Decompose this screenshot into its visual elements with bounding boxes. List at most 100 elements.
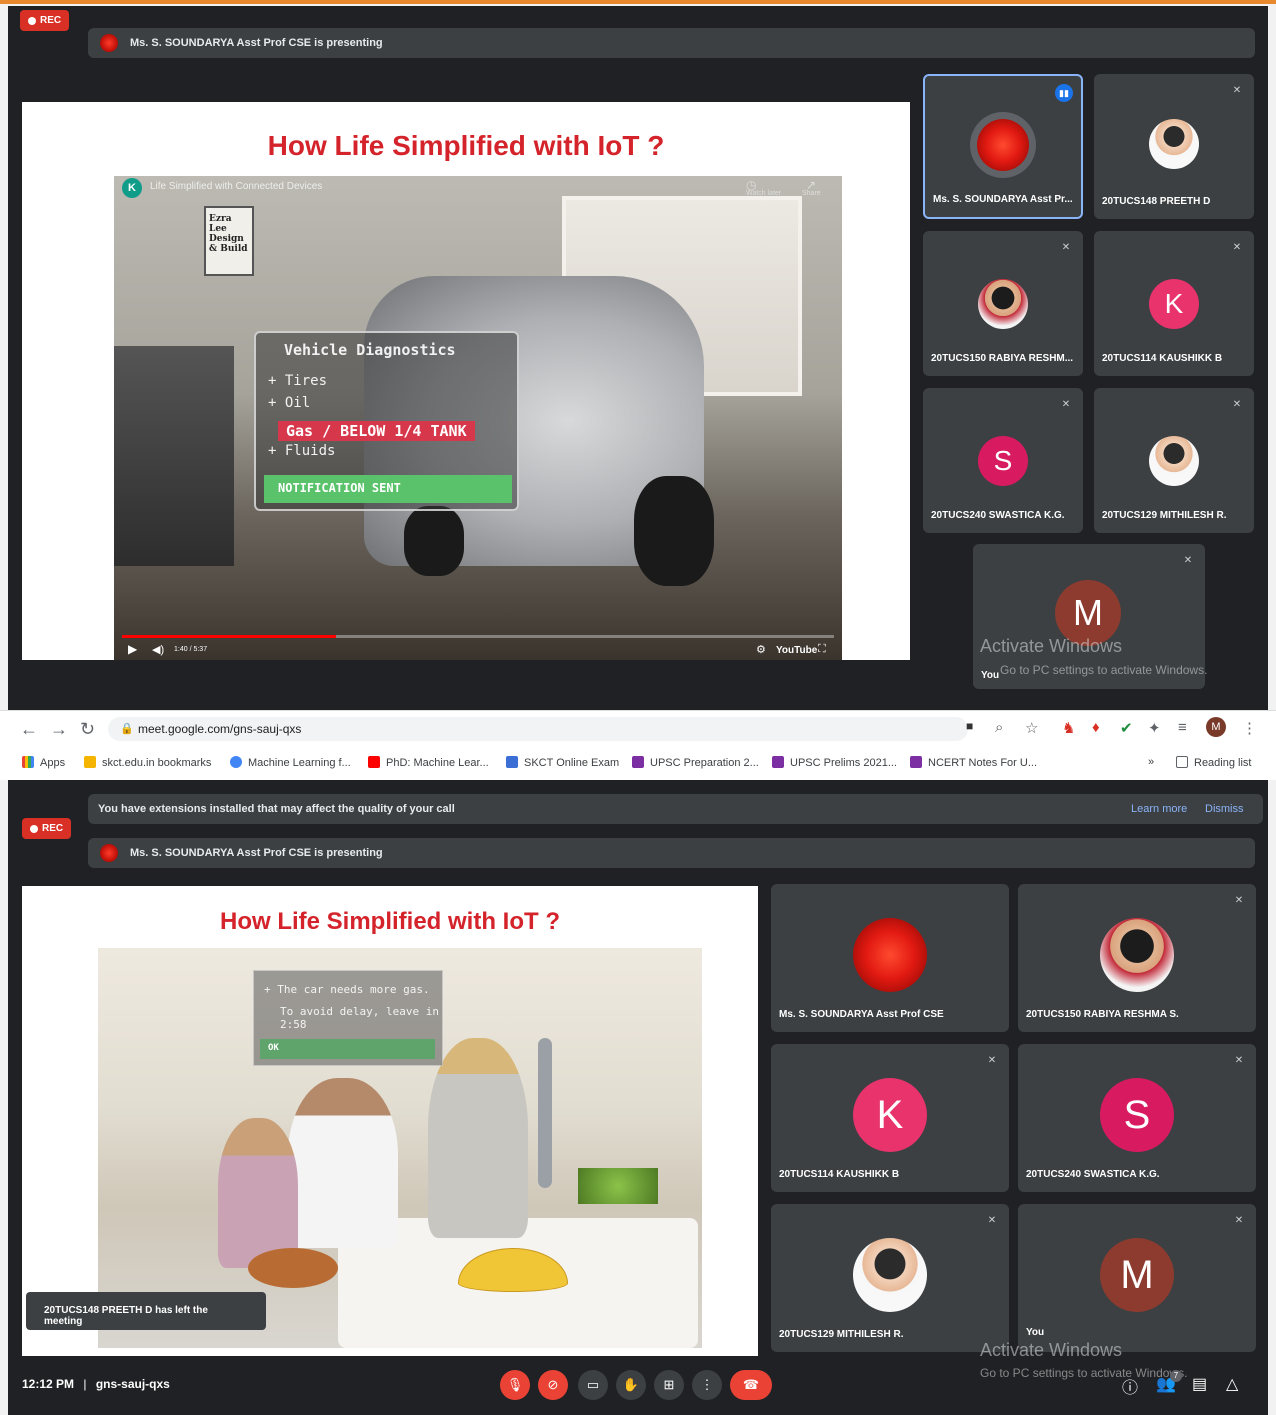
dismiss-link[interactable]: Dismiss bbox=[1205, 803, 1244, 815]
self-tile[interactable]: ✕ M You bbox=[1018, 1204, 1256, 1352]
participant-tile[interactable]: ✕ 20TUCS129 MITHILESH R. bbox=[771, 1204, 1009, 1352]
participant-name: 20TUCS150 RABIYA RESHMA S. bbox=[1026, 1009, 1179, 1020]
chrome-menu-icon[interactable]: ⋮ bbox=[1242, 719, 1257, 737]
video-title[interactable]: Life Simplified with Connected Devices bbox=[150, 181, 322, 192]
clock-time: 12:12 PM bbox=[22, 1377, 75, 1391]
bookmarks-overflow[interactable]: » bbox=[1148, 756, 1154, 768]
learn-more-link[interactable]: Learn more bbox=[1131, 803, 1187, 815]
bookmark-item[interactable]: UPSC Prelims 2021... bbox=[772, 756, 897, 769]
bookmark-item[interactable]: PhD: Machine Lear... bbox=[368, 756, 489, 769]
bookmark-apps[interactable]: Apps bbox=[22, 756, 65, 769]
settings-gear-icon[interactable]: ⚙ bbox=[756, 643, 766, 656]
mic-off-button[interactable]: 🎙 bbox=[500, 1370, 530, 1400]
people-icon[interactable]: 👥 7 bbox=[1156, 1370, 1182, 1394]
extensions-puzzle-icon[interactable]: ✦ bbox=[1148, 719, 1161, 737]
raise-hand-button[interactable]: ✋ bbox=[616, 1370, 646, 1400]
shared-slide: How Life Simplified with IoT ? + The car… bbox=[22, 886, 758, 1356]
diagnostics-item: + Oil bbox=[268, 395, 311, 411]
vehicle-diagnostics-panel: Vehicle Diagnostics + Tires + Oil Gas / … bbox=[254, 331, 519, 511]
child-figure bbox=[218, 1118, 298, 1268]
leave-call-button[interactable]: ☎ bbox=[730, 1370, 772, 1400]
participant-name: Ms. S. SOUNDARYA Asst Prof CSE bbox=[779, 1009, 944, 1020]
chat-icon[interactable]: ▤ bbox=[1192, 1374, 1207, 1394]
participant-name: Ms. S. SOUNDARYA Asst Pr... bbox=[933, 194, 1073, 205]
extensions-warning-banner: You have extensions installed that may a… bbox=[88, 794, 1263, 824]
bookmark-item[interactable]: SKCT Online Exam bbox=[506, 756, 619, 769]
channel-avatar-icon[interactable]: K bbox=[122, 178, 142, 198]
embedded-video[interactable]: Ezra Lee Design & Build K Life Simplifie… bbox=[114, 176, 842, 660]
speaking-indicator-icon: ▮▮ bbox=[1055, 84, 1073, 102]
extension-grammar-icon[interactable]: ♞ bbox=[1062, 719, 1075, 737]
avatar bbox=[1100, 918, 1174, 992]
meeting-details-icon[interactable]: ⓘ bbox=[1122, 1374, 1138, 1398]
address-bar[interactable]: 🔒 meet.google.com/gns-sauj-qxs bbox=[108, 717, 968, 741]
participant-name: 20TUCS129 MITHILESH R. bbox=[779, 1329, 904, 1340]
bookmark-item[interactable]: Machine Learning f... bbox=[230, 756, 351, 769]
shared-slide: How Life Simplified with IoT ? Ezra Lee … bbox=[22, 102, 910, 660]
fullscreen-icon[interactable]: ⛶ bbox=[818, 643, 826, 656]
gas-alert: Gas / BELOW 1/4 TANK bbox=[278, 421, 475, 441]
extension-check-icon[interactable]: ✔ bbox=[1120, 719, 1133, 737]
volume-icon[interactable]: ◀) bbox=[152, 643, 164, 656]
avatar: M bbox=[1100, 1238, 1174, 1312]
diagnostics-title: Vehicle Diagnostics bbox=[284, 341, 456, 359]
participant-tile[interactable]: ✕ K 20TUCS114 KAUSHIKK B bbox=[771, 1044, 1009, 1192]
media-queue-icon[interactable]: ≡ bbox=[1178, 719, 1187, 736]
slide-title: How Life Simplified with IoT ? bbox=[220, 908, 560, 935]
bookmark-star-icon[interactable]: ☆ bbox=[1025, 719, 1038, 737]
banner-text: You have extensions installed that may a… bbox=[98, 803, 455, 815]
avatar bbox=[1149, 436, 1199, 486]
participant-name: You bbox=[1026, 1327, 1045, 1338]
reading-list[interactable]: Reading list bbox=[1176, 756, 1251, 769]
participant-tile[interactable]: ✕ 20TUCS150 RABIYA RESHM... bbox=[923, 231, 1083, 376]
participant-tile[interactable]: ✕ S 20TUCS240 SWASTICA K.G. bbox=[1018, 1044, 1256, 1192]
captions-button[interactable]: ▭ bbox=[578, 1370, 608, 1400]
info-separator: | bbox=[83, 1377, 87, 1391]
bookmark-folder[interactable]: skct.edu.in bookmarks bbox=[84, 756, 211, 769]
profile-avatar[interactable]: M bbox=[1206, 717, 1226, 737]
back-arrow-icon[interactable]: ← bbox=[20, 719, 38, 740]
avatar bbox=[853, 918, 927, 992]
participant-name: 20TUCS129 MITHILESH R. bbox=[1102, 510, 1227, 521]
camera-icon[interactable]: ■ bbox=[966, 719, 973, 733]
screenshot-frame: REC Ms. S. SOUNDARYA Asst Prof CSE is pr… bbox=[0, 0, 1276, 1415]
more-options-button[interactable]: ⋮ bbox=[692, 1370, 722, 1400]
participant-name: 20TUCS114 KAUSHIKK B bbox=[1102, 353, 1223, 364]
mic-off-icon: ✕ bbox=[987, 1055, 997, 1066]
participant-tile[interactable]: Ms. S. SOUNDARYA Asst Prof CSE bbox=[771, 884, 1009, 1032]
bread bbox=[248, 1248, 338, 1288]
mic-off-icon: ✕ bbox=[1232, 242, 1242, 253]
play-icon[interactable]: ▶ bbox=[128, 642, 137, 656]
participant-tile[interactable]: ▮▮ Ms. S. SOUNDARYA Asst Pr... bbox=[923, 74, 1083, 219]
bookmark-item[interactable]: NCERT Notes For U... bbox=[910, 756, 1037, 769]
zoom-icon[interactable]: ⌕ bbox=[995, 719, 1003, 736]
participant-tile[interactable]: ✕ 20TUCS129 MITHILESH R. bbox=[1094, 388, 1254, 533]
lock-icon: 🔒 bbox=[120, 723, 134, 735]
extension-shield-icon[interactable]: ♦ bbox=[1092, 719, 1100, 736]
youtube-icon bbox=[368, 756, 380, 768]
forward-arrow-icon[interactable]: → bbox=[50, 719, 68, 740]
youtube-logo[interactable]: YouTube bbox=[776, 645, 817, 656]
embedded-video[interactable]: + The car needs more gas. To avoid delay… bbox=[98, 948, 702, 1348]
video-progress-track[interactable] bbox=[122, 635, 834, 638]
participant-name: 20TUCS114 KAUSHIKK B bbox=[779, 1169, 900, 1180]
participant-name: 20TUCS240 SWASTICA K.G. bbox=[931, 510, 1065, 521]
share-label[interactable]: Share bbox=[802, 190, 821, 197]
participant-tile[interactable]: ✕ S 20TUCS240 SWASTICA K.G. bbox=[923, 388, 1083, 533]
mic-off-icon: ✕ bbox=[1061, 399, 1071, 410]
folder-icon bbox=[84, 756, 96, 768]
participant-tile[interactable]: ✕ 20TUCS150 RABIYA RESHMA S. bbox=[1018, 884, 1256, 1032]
diagnostics-item: + Fluids bbox=[268, 443, 336, 459]
watch-later-label[interactable]: Watch later bbox=[746, 190, 781, 197]
participant-tile[interactable]: ✕ 20TUCS148 PREETH D bbox=[1094, 74, 1254, 219]
camera-off-button[interactable]: ⊘ bbox=[538, 1370, 568, 1400]
participant-name: 20TUCS148 PREETH D bbox=[1102, 196, 1211, 207]
video-time: 1:40 / 5:37 bbox=[174, 646, 208, 653]
activities-icon[interactable]: △ bbox=[1226, 1374, 1238, 1394]
reload-icon[interactable]: ↻ bbox=[80, 719, 95, 740]
onenote-icon bbox=[772, 756, 784, 768]
bookmark-item[interactable]: UPSC Preparation 2... bbox=[632, 756, 759, 769]
college-icon bbox=[506, 756, 518, 768]
present-now-button[interactable]: ⊞ bbox=[654, 1370, 684, 1400]
participant-tile[interactable]: ✕ K 20TUCS114 KAUSHIKK B bbox=[1094, 231, 1254, 376]
